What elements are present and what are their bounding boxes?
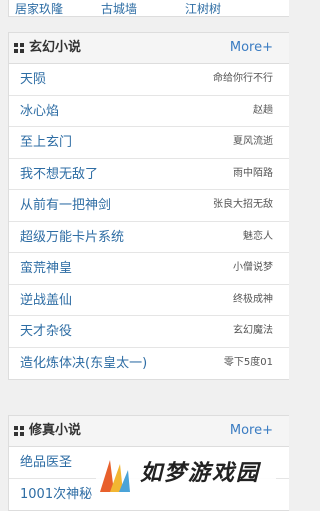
book-row[interactable]: 从前有一把神剑 张良大招无敌 <box>9 190 289 222</box>
book-author[interactable]: 张良大招无敌 <box>213 198 273 212</box>
prev-section-card: 居家玖隆 古城墙 江树树 <box>8 0 289 17</box>
book-title[interactable]: 造化炼体决(东皇太一) <box>20 356 147 372</box>
book-row[interactable]: 造化炼体决(东皇太一) 零下5度01 <box>9 348 289 380</box>
section-xuanhuan: 玄幻小说 More+ 天陨 命给你行不行 冰心焰 赵趟 至上玄门 夏风流逝 我不想无敌… <box>8 32 289 380</box>
book-title[interactable]: 至上玄门 <box>20 135 72 151</box>
section-title: 玄幻小说 <box>29 40 82 55</box>
top-link-3[interactable]: 江树树 <box>185 1 221 17</box>
more-link[interactable]: More+ <box>230 423 273 439</box>
book-list: 天陨 命给你行不行 冰心焰 赵趟 至上玄门 夏风流逝 我不想无敌了 雨中陌路 从前有一把… <box>9 64 289 379</box>
book-title[interactable]: 蛮荒神皇 <box>20 261 72 277</box>
book-row[interactable]: 蛮荒神皇 小僧说梦 <box>9 253 289 285</box>
watermark-logo-icon <box>100 460 130 492</box>
book-title[interactable]: 逆战盖仙 <box>20 293 72 309</box>
watermark-text: 如梦游戏园 <box>140 461 261 486</box>
book-title[interactable]: 1001次神秘 <box>20 487 92 503</box>
book-title[interactable]: 绝品医圣 <box>20 455 72 471</box>
book-row[interactable]: 冰心焰 赵趟 <box>9 96 289 127</box>
more-link[interactable]: More+ <box>230 40 273 56</box>
section-header: 修真小说 More+ <box>9 416 289 447</box>
top-link-2[interactable]: 古城墙 <box>101 1 137 17</box>
section-title: 修真小说 <box>29 423 82 438</box>
prev-section-last-row: 居家玖隆 古城墙 江树树 <box>9 1 289 17</box>
book-author[interactable]: 魅恋人 <box>243 230 273 244</box>
book-author[interactable]: 零下5度01 <box>224 356 273 370</box>
book-title[interactable]: 从前有一把神剑 <box>20 198 111 214</box>
book-row[interactable]: 天陨 命给你行不行 <box>9 64 289 96</box>
book-row[interactable]: 天才杂役 玄幻魔法 <box>9 316 289 348</box>
book-author[interactable]: 雨中陌路 <box>233 167 273 181</box>
book-row[interactable]: 至上玄门 夏风流逝 <box>9 127 289 159</box>
book-title[interactable]: 天才杂役 <box>20 324 72 340</box>
book-author[interactable]: 终极成神 <box>233 293 273 307</box>
book-title[interactable]: 冰心焰 <box>20 104 59 120</box>
book-title[interactable]: 超级万能卡片系统 <box>20 230 124 246</box>
grid-icon <box>14 43 24 53</box>
book-author[interactable]: 夏风流逝 <box>233 135 273 149</box>
book-author[interactable]: 玄幻魔法 <box>233 324 273 338</box>
watermark: 如梦游戏园 <box>96 452 276 500</box>
book-author[interactable]: 命给你行不行 <box>213 72 273 86</box>
book-author[interactable]: 小僧说梦 <box>233 261 273 275</box>
book-title[interactable]: 天陨 <box>20 72 46 88</box>
section-header: 玄幻小说 More+ <box>9 33 289 64</box>
book-title[interactable]: 我不想无敌了 <box>20 167 98 183</box>
grid-icon <box>14 426 24 436</box>
book-row[interactable]: 逆战盖仙 终极成神 <box>9 285 289 316</box>
book-row[interactable]: 超级万能卡片系统 魅恋人 <box>9 222 289 253</box>
book-author[interactable]: 赵趟 <box>253 104 273 118</box>
top-link-1[interactable]: 居家玖隆 <box>15 1 63 17</box>
book-row[interactable]: 我不想无敌了 雨中陌路 <box>9 159 289 190</box>
